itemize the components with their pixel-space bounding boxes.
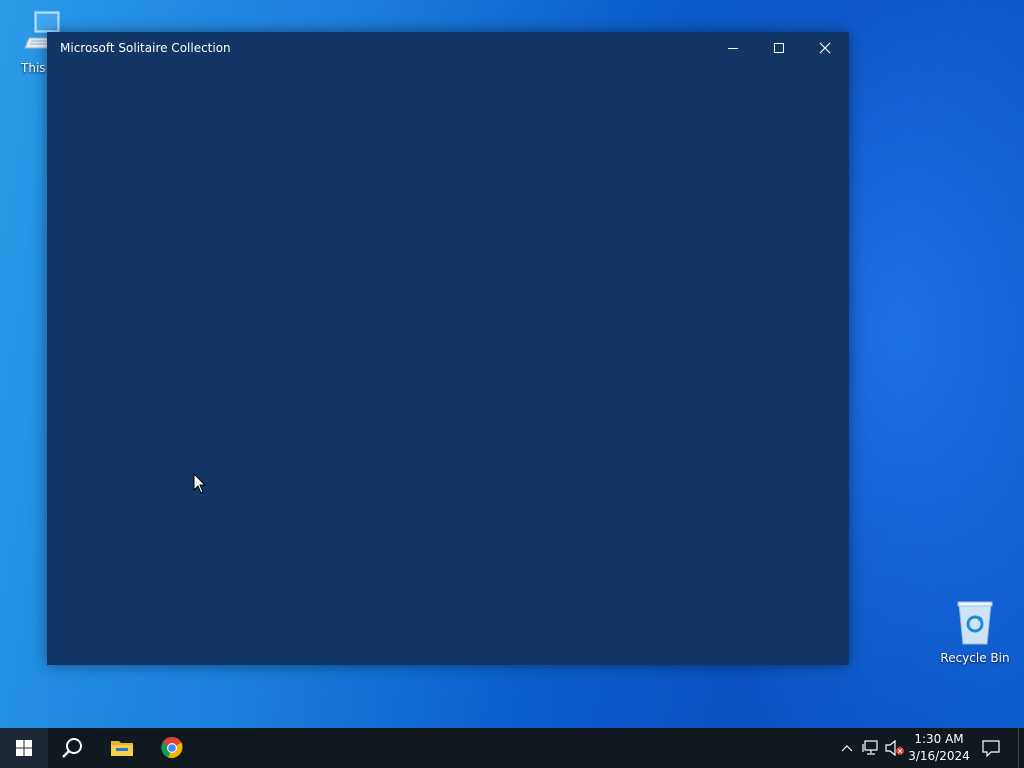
desktop: This PC Recycle Bin Microsoft Solitaire … — [0, 0, 1024, 768]
desktop-icon-label: Recycle Bin — [940, 651, 1010, 665]
window-content[interactable] — [47, 64, 849, 665]
clock-date: 3/16/2024 — [908, 749, 970, 763]
desktop-icon-recycle-bin[interactable]: Recycle Bin — [940, 600, 1010, 665]
notification-icon — [982, 740, 1000, 757]
network-button[interactable] — [860, 728, 882, 768]
search-icon — [62, 738, 82, 758]
show-desktop-button[interactable] — [1018, 728, 1024, 768]
volume-button[interactable] — [884, 728, 906, 768]
taskbar-chrome[interactable] — [148, 728, 196, 768]
windows-logo-icon — [16, 740, 32, 756]
start-button[interactable] — [0, 728, 48, 768]
search-button[interactable] — [48, 728, 96, 768]
maximize-button[interactable] — [756, 32, 802, 64]
action-center-button[interactable] — [976, 728, 1006, 768]
recycle-bin-icon — [957, 601, 993, 645]
taskbar: 1:30 AM 3/16/2024 — [0, 728, 1024, 768]
taskbar-clock[interactable]: 1:30 AM 3/16/2024 — [908, 728, 970, 768]
clock-time: 1:30 AM — [914, 732, 964, 746]
close-icon — [819, 42, 831, 54]
minimize-icon — [728, 48, 738, 49]
network-icon — [862, 740, 878, 755]
show-hidden-icons-button[interactable] — [838, 728, 856, 768]
window-title: Microsoft Solitaire Collection — [60, 41, 231, 55]
folder-icon — [111, 741, 133, 756]
minimize-button[interactable] — [710, 32, 756, 64]
close-button[interactable] — [802, 32, 848, 64]
taskbar-file-explorer[interactable] — [98, 728, 146, 768]
chrome-icon — [161, 737, 183, 759]
chevron-up-icon — [841, 745, 853, 752]
mouse-cursor-icon — [193, 473, 207, 494]
window-titlebar[interactable]: Microsoft Solitaire Collection — [47, 32, 849, 64]
solitaire-window[interactable]: Microsoft Solitaire Collection — [47, 32, 849, 665]
maximize-icon — [774, 43, 784, 53]
volume-muted-icon — [885, 740, 904, 756]
